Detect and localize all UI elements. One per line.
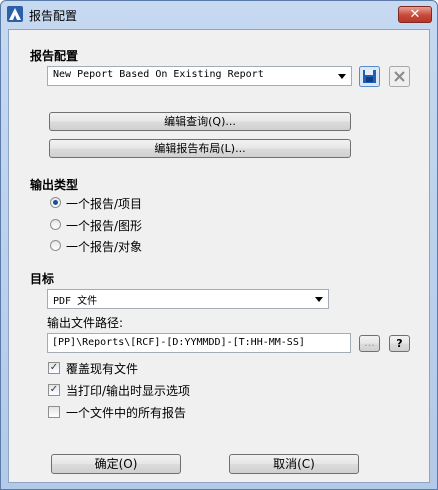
report-template-dropdown[interactable]: New Peport Based On Existing Report: [47, 66, 352, 86]
chevron-down-icon: [315, 297, 323, 302]
title-bar[interactable]: 报告配置 ✕: [1, 1, 437, 28]
output-format-dropdown[interactable]: PDF 文件: [47, 289, 329, 309]
overwrite-checkbox[interactable]: ✓: [48, 362, 60, 374]
close-button[interactable]: ✕: [398, 6, 432, 23]
delete-icon[interactable]: [389, 66, 410, 87]
cancel-button[interactable]: 取消(C): [229, 454, 359, 474]
all-reports-one-file-checkbox[interactable]: [48, 406, 60, 418]
ok-button[interactable]: 确定(O): [51, 454, 181, 474]
window-title: 报告配置: [29, 9, 78, 23]
output-path-input[interactable]: [PP]\Reports\[RCF]-[D:YYMMDD]-[T:HH-MM-S…: [47, 333, 351, 353]
show-options-checkbox[interactable]: ✓: [48, 384, 60, 396]
all-reports-one-file-checkbox-label: 一个文件中的所有报告: [66, 406, 187, 420]
output-type-label: 输出类型: [30, 178, 79, 192]
show-options-checkbox-label: 当打印/输出时显示选项: [66, 384, 191, 398]
save-icon[interactable]: [359, 66, 380, 87]
target-label: 目标: [30, 272, 55, 286]
chevron-down-icon: [338, 74, 346, 79]
report-config-dialog: 报告配置 ✕ 报告配置 New Peport Based On Existing…: [0, 0, 438, 490]
report-config-label: 报告配置: [30, 49, 79, 63]
output-path-label: 输出文件路径:: [47, 316, 124, 330]
output-path-value: [PP]\Reports\[RCF]-[D:YYMMDD]-[T:HH-MM-S…: [52, 337, 305, 348]
dialog-body: 报告配置 New Peport Based On Existing Report…: [8, 29, 430, 483]
edit-query-button[interactable]: 编辑查询(Q)...: [49, 112, 351, 131]
radio-per-object[interactable]: [50, 240, 61, 251]
radio-per-object-label: 一个报告/对象: [66, 240, 143, 254]
radio-per-item-label: 一个报告/项目: [66, 197, 143, 211]
overwrite-checkbox-label: 覆盖现有文件: [66, 362, 139, 376]
app-logo-icon: [7, 6, 23, 22]
output-format-value: PDF 文件: [53, 296, 98, 307]
radio-per-drawing-label: 一个报告/图形: [66, 219, 143, 233]
edit-layout-button[interactable]: 编辑报告布局(L)...: [49, 139, 351, 158]
browse-button[interactable]: ...: [359, 335, 380, 352]
report-template-value: New Peport Based On Existing Report: [53, 69, 264, 80]
radio-per-drawing[interactable]: [50, 219, 61, 230]
help-button[interactable]: ?: [389, 335, 410, 352]
radio-per-item[interactable]: [50, 197, 61, 208]
